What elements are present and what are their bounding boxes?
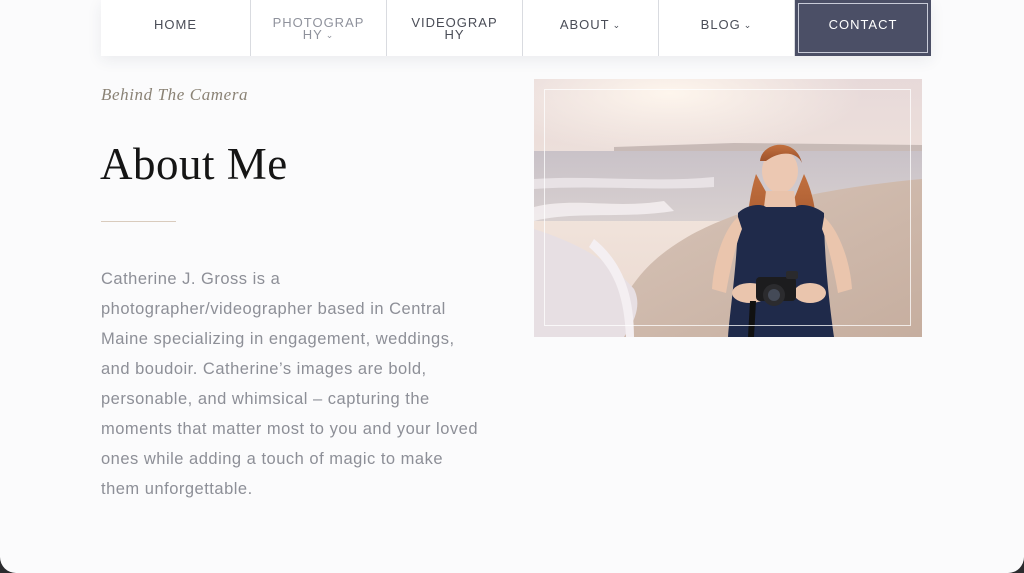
profile-photo	[534, 79, 922, 337]
nav-about-label: ABOUT	[559, 17, 610, 32]
nav-item-about[interactable]: ABOUT ⌄	[523, 0, 659, 56]
bio-paragraph: Catherine J. Gross is a photographer/vid…	[101, 270, 479, 498]
title-divider	[101, 221, 176, 222]
nav-item-blog[interactable]: BLOG ⌄	[659, 0, 795, 56]
nav-item-photography[interactable]: PHOTOGRAPHY ⌄	[251, 0, 387, 56]
nav-item-videography[interactable]: VIDEOGRAPHY	[387, 0, 523, 56]
page-title: About Me	[100, 139, 288, 189]
contact-button[interactable]: CONTACT	[795, 0, 931, 56]
chevron-down-icon: ⌄	[612, 20, 622, 30]
chevron-down-icon: ⌄	[325, 30, 335, 40]
nav-blog-label: BLOG	[700, 17, 741, 32]
page-viewport: HOME PHOTOGRAPHY ⌄ VIDEOGRAPHY ABOUT ⌄ BLO…	[0, 0, 1024, 573]
nav-videography-label: VIDEOGRAPHY	[411, 15, 498, 42]
section-eyebrow: Behind The Camera	[101, 85, 249, 104]
beach-photo-illustration	[534, 79, 922, 337]
nav-home-label: HOME	[154, 17, 197, 32]
nav-photography-label: PHOTOGRAPHY	[272, 15, 365, 42]
nav-item-home[interactable]: HOME	[101, 0, 251, 56]
main-nav: HOME PHOTOGRAPHY ⌄ VIDEOGRAPHY ABOUT ⌄ BLO…	[101, 0, 931, 56]
contact-button-label: CONTACT	[828, 17, 898, 32]
chevron-down-icon: ⌄	[743, 20, 753, 30]
